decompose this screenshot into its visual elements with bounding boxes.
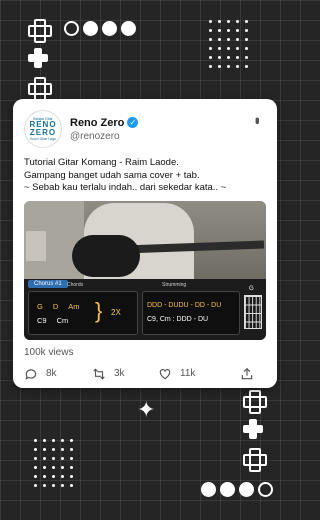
chord: Cm (56, 315, 69, 325)
strum-chords: C9, Cm : DDD - DU (147, 315, 209, 323)
reply-icon (25, 368, 37, 380)
tweet-text-line: ~ Sebab kau terlalu indah.. dari sekedar… (24, 182, 227, 193)
tweet-media-video[interactable]: Chorus #1 Chords Strumming G D Am C9 Cm … (24, 200, 266, 340)
author-handle[interactable]: @renozero (70, 131, 138, 142)
plus-icon (243, 419, 263, 439)
chord: C9 (37, 315, 47, 325)
avatar-bottom-text: Kunci Gitar Lagu (29, 137, 57, 141)
plus-outline-icon (243, 390, 267, 414)
dots-decoration (209, 20, 248, 68)
tweet-actions: 8k 3k 11k (24, 367, 266, 381)
section-tag: Chorus #1 (28, 279, 68, 288)
tweet-text-line: Tutorial Gitar Komang - Raim Laode. (24, 157, 179, 168)
chord-diagram: G (242, 285, 264, 335)
verified-badge-icon: ✓ (127, 117, 139, 128)
reply-button[interactable]: 8k (24, 367, 92, 381)
chord: D (52, 301, 59, 311)
sparkle-icon: ✦ (137, 397, 156, 422)
tweet-header: Belajar Gitar RENO ZERO Kunci Gitar Lagu… (24, 109, 266, 149)
tweet-card[interactable]: Belajar Gitar RENO ZERO Kunci Gitar Lagu… (13, 99, 277, 388)
plus-icon (28, 48, 48, 68)
retweet-count: 3k (114, 368, 125, 379)
chord-diagram-name: G (249, 285, 254, 292)
view-count: 100k views (24, 346, 74, 358)
chords-label: Chords (67, 281, 84, 288)
like-button[interactable]: 11k (158, 367, 240, 381)
brace-icon: } (95, 297, 103, 323)
plus-outline-icon (28, 19, 52, 43)
chords-box: G D Am C9 Cm } 2X (28, 290, 138, 335)
repeat-count: 2X (111, 307, 121, 317)
avatar[interactable]: Belajar Gitar RENO ZERO Kunci Gitar Lagu (24, 110, 62, 148)
author-name[interactable]: Reno Zero (70, 117, 124, 129)
more-options-icon[interactable]: ••• (250, 117, 265, 122)
video-frame (24, 200, 266, 279)
share-button[interactable] (240, 367, 254, 381)
share-icon (241, 367, 253, 379)
circles-decoration (201, 482, 273, 497)
retweet-button[interactable]: 3k (92, 367, 158, 381)
chord: Am (68, 301, 80, 311)
strumming-box: DDD - DUDU - DD - DU C9, Cm : DDD - DU (142, 290, 240, 335)
plus-outline-icon (243, 448, 267, 472)
strum-pattern: DDD - DUDU - DD - DU (147, 301, 222, 309)
chord: G (37, 301, 43, 311)
retweet-icon (93, 368, 105, 379)
dots-decoration (34, 439, 73, 487)
like-count: 11k (180, 368, 196, 379)
circles-decoration (64, 21, 136, 36)
reply-count: 8k (46, 368, 57, 379)
heart-icon (159, 368, 171, 379)
strumming-label: Strumming (162, 281, 187, 288)
tweet-text: Tutorial Gitar Komang - Raim Laode. Gamp… (24, 157, 266, 195)
tweet-text-line: Gampang banget udah sama cover + tab. (24, 169, 200, 181)
avatar-line2: ZERO (29, 128, 57, 137)
plus-outline-icon (28, 77, 52, 101)
